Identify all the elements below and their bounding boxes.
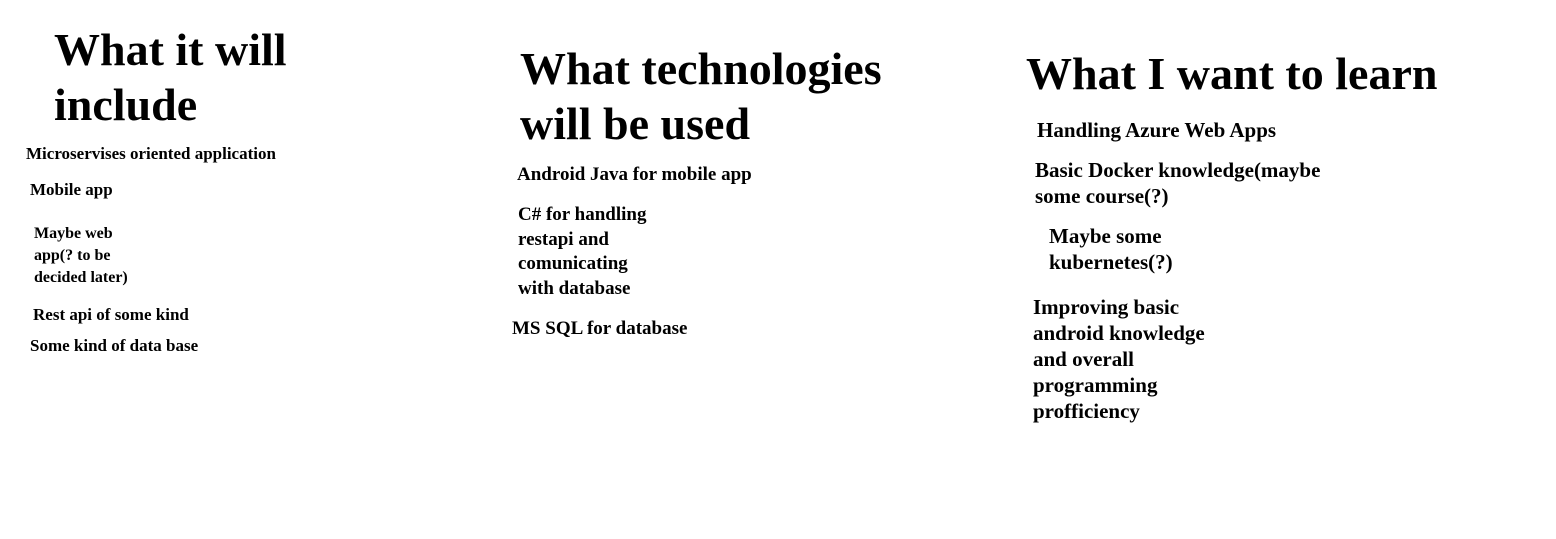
list-item: Handling Azure Web Apps bbox=[1037, 118, 1277, 142]
list-item: Rest api of some kind bbox=[33, 305, 189, 324]
list-item: Maybe web app(? to be decided later) bbox=[34, 225, 128, 286]
list-item: MS SQL for database bbox=[512, 318, 688, 339]
list-item: Mobile app bbox=[30, 180, 113, 199]
heading-what-i-want-to-learn: What I want to learn bbox=[1026, 48, 1438, 99]
heading-what-technologies: What technologies will be used bbox=[520, 43, 882, 149]
list-item: Improving basic android knowledge and ov… bbox=[1033, 295, 1205, 423]
heading-what-it-will-include: What it will include bbox=[54, 24, 287, 130]
list-item: Microservises oriented application bbox=[26, 144, 276, 163]
list-item: Maybe some kubernetes(?) bbox=[1049, 224, 1173, 274]
list-item: Some kind of data base bbox=[30, 336, 199, 355]
list-item: Basic Docker knowledge(maybe some course… bbox=[1035, 158, 1321, 208]
list-item: Android Java for mobile app bbox=[517, 164, 752, 185]
list-item: C# for handling restapi and comunicating… bbox=[518, 204, 647, 299]
